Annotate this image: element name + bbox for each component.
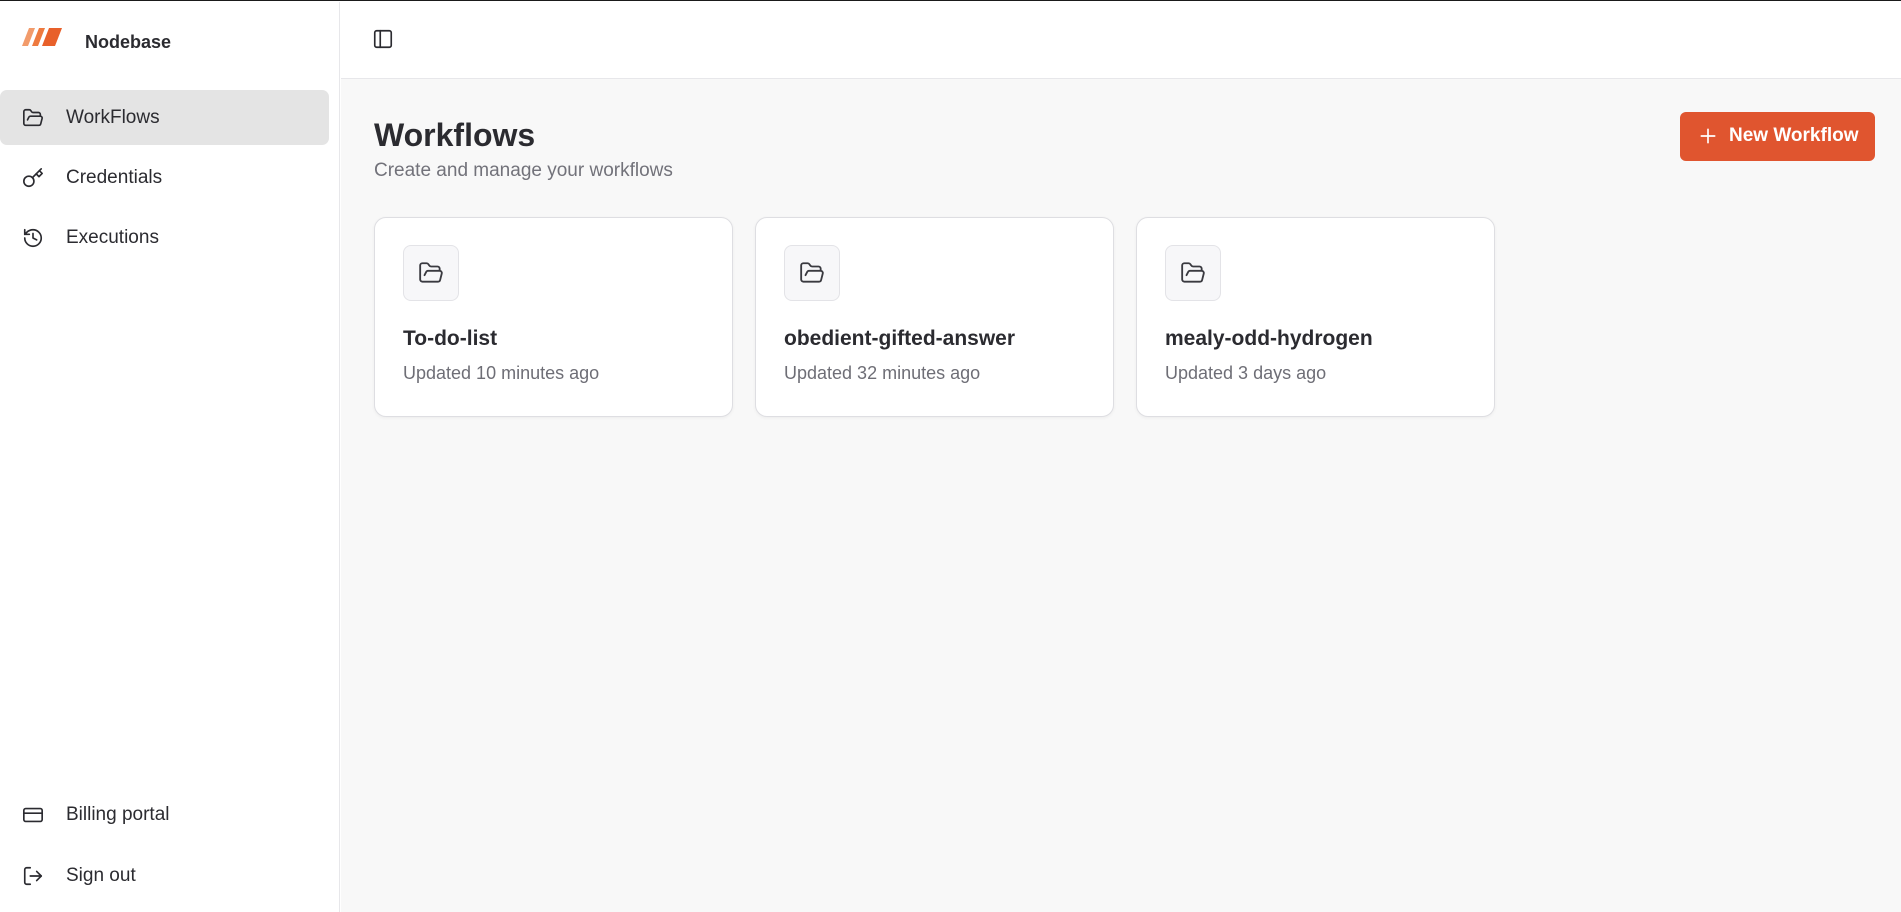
workflow-name: obedient-gifted-answer [784,327,1016,350]
brand[interactable]: Nodebase [22,28,171,52]
workflow-name: mealy-odd-hydrogen [1165,327,1373,350]
workflow-card[interactable]: mealy-odd-hydrogen Updated 3 days ago [1136,217,1495,417]
folder-open-icon [23,108,43,126]
history-icon [23,228,43,247]
workflow-name: To-do-list [403,327,498,350]
sidebar: Nodebase WorkFlows Credentials Execution… [0,2,340,912]
workflow-icon-box [403,245,459,301]
log-out-icon [23,866,43,885]
workflow-updated: Updated 32 minutes ago [784,363,981,383]
workflow-icon-box [784,245,840,301]
workflow-updated: Updated 3 days ago [1165,363,1327,383]
sidebar-toggle-button[interactable] [369,25,397,53]
brand-name: Nodebase [85,32,172,52]
main-content: Workflows Create and manage your workflo… [341,79,1901,912]
sidebar-item-credentials[interactable]: Credentials [0,150,329,205]
folder-open-icon [419,262,443,283]
sidebar-item-workflows[interactable]: WorkFlows [0,90,329,145]
workflow-icon-box [1165,245,1221,301]
sidebar-item-billing-portal[interactable]: Billing portal [0,787,329,842]
page-subtitle: Create and manage your workflows [374,160,673,181]
sign-out-button[interactable]: Sign out [0,848,329,903]
panel-left-icon [373,29,393,49]
nodebase-logo-icon [22,28,62,46]
folder-open-icon [800,262,824,283]
workflow-card[interactable]: To-do-list Updated 10 minutes ago [374,217,733,417]
sidebar-item-label: Credentials [66,166,163,188]
plus-icon [1700,128,1716,144]
key-icon [23,167,43,187]
folder-open-icon [1181,262,1205,283]
new-workflow-label: New Workflow [1729,125,1859,146]
new-workflow-button[interactable]: New Workflow [1680,112,1875,161]
workflow-card[interactable]: obedient-gifted-answer Updated 32 minute… [755,217,1114,417]
credit-card-icon [23,807,43,822]
sidebar-item-label: Executions [66,226,159,248]
top-bar [341,2,1901,79]
sidebar-item-label: Billing portal [66,803,170,825]
sidebar-item-executions[interactable]: Executions [0,210,329,265]
page-title: Workflows [374,117,536,153]
sidebar-item-label: WorkFlows [66,106,160,128]
sidebar-item-label: Sign out [66,864,136,886]
workflow-updated: Updated 10 minutes ago [403,363,600,383]
